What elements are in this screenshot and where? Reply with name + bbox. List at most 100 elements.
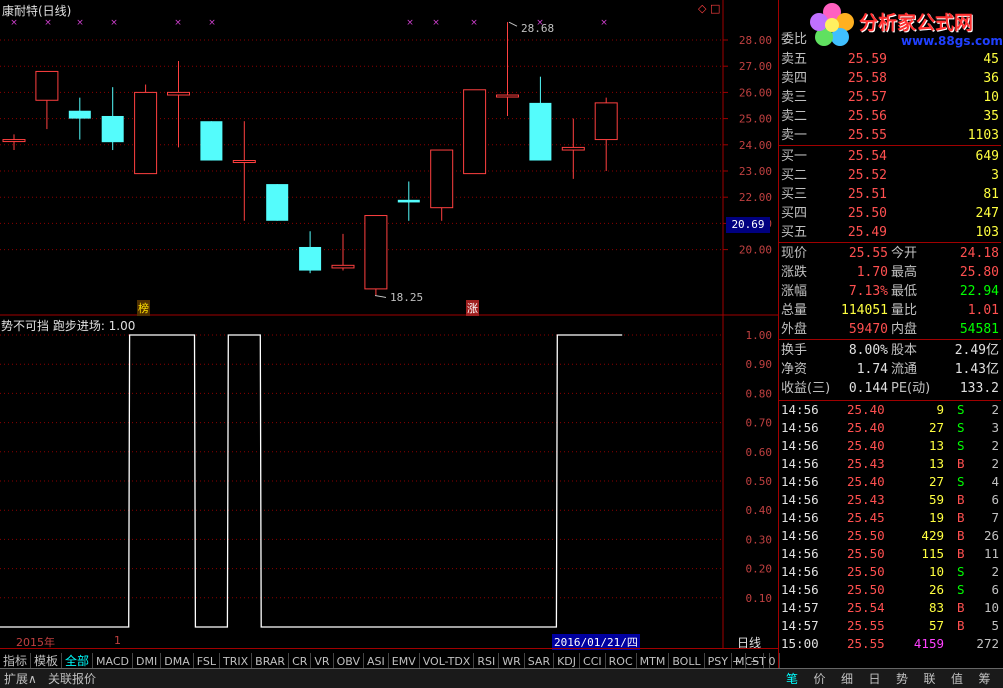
event-marker[interactable]: ×	[470, 18, 478, 28]
candle[interactable]	[529, 76, 552, 161]
stat-value: 114051	[841, 303, 888, 318]
candle[interactable]	[2, 134, 26, 151]
side-panel-tab[interactable]: 筹	[979, 670, 991, 687]
tick-trade-row[interactable]: 14:56 25.50 26 S 6	[779, 581, 1001, 599]
trade-count: 4	[991, 474, 999, 489]
fundamental-label: 股本	[891, 343, 918, 358]
order-price: 25.58	[847, 71, 887, 86]
order-book-row[interactable]: 卖四 25.58 36	[779, 70, 1001, 88]
tick-trade-row[interactable]: 14:56 25.40 27 S 3	[779, 419, 1001, 437]
event-marker[interactable]: ×	[76, 18, 84, 28]
stat-row: 外盘 59470 内盘 54581	[779, 321, 1001, 339]
tick-trade-row[interactable]: 15:00 25.55 4159 272	[779, 635, 1001, 653]
tick-trade-row[interactable]: 14:56 25.43 13 B 2	[779, 455, 1001, 473]
candle[interactable]	[101, 87, 124, 151]
trade-count: 26	[983, 528, 999, 543]
candle[interactable]	[266, 184, 289, 221]
tick-trade-row[interactable]: 14:57 25.54 83 B 10	[779, 599, 1001, 617]
order-price: 25.59	[847, 52, 887, 67]
side-panel-tab[interactable]: 细	[841, 670, 853, 687]
header-markers[interactable]: ◇ □	[698, 2, 720, 15]
event-marker[interactable]: ×	[208, 18, 216, 28]
candle[interactable]	[496, 22, 519, 116]
trade-side: B	[957, 510, 965, 525]
indicator-axis-label: 0.50	[746, 475, 773, 488]
trade-price: 25.50	[847, 528, 885, 543]
side-panel-tab[interactable]: 值	[951, 670, 963, 687]
candle[interactable]	[134, 84, 158, 175]
tick-trade-row[interactable]: 14:56 25.50 10 S 2	[779, 563, 1001, 581]
candle[interactable]	[299, 231, 322, 274]
candle[interactable]	[561, 118, 585, 179]
candle[interactable]	[331, 233, 355, 271]
order-price: 25.55	[847, 128, 887, 143]
candle[interactable]	[594, 97, 618, 171]
event-marker[interactable]: ×	[174, 18, 182, 28]
order-book-row[interactable]: 买五 25.49 103	[779, 224, 1001, 242]
event-marker[interactable]: ×	[44, 18, 52, 28]
order-book-row[interactable]: 买三 25.51 81	[779, 186, 1001, 204]
candle[interactable]	[35, 70, 59, 130]
fundamental-row: 收益(三) 0.144 PE(动) 133.2	[779, 380, 1001, 398]
fundamental-value: 8.00%	[848, 343, 888, 358]
low-price-label: 18.25	[390, 291, 424, 304]
candle[interactable]	[397, 181, 420, 221]
candle[interactable]	[364, 215, 388, 296]
signal-badge-1: 榜	[137, 300, 150, 316]
order-volume: 10	[983, 90, 999, 105]
order-price: 25.49	[847, 225, 887, 240]
expand-button[interactable]: 扩展∧	[4, 670, 37, 687]
order-book-row[interactable]: 卖二 25.56 35	[779, 108, 1001, 126]
candle[interactable]	[68, 97, 91, 140]
trade-price: 25.45	[847, 510, 885, 525]
tick-trade-row[interactable]: 14:56 25.50 115 B 11	[779, 545, 1001, 563]
order-level-label: 买一	[781, 149, 808, 164]
candle[interactable]	[200, 121, 223, 161]
trade-time: 14:56	[781, 546, 819, 561]
order-book-row[interactable]: 买四 25.50 247	[779, 205, 1001, 223]
order-book-row[interactable]: 卖三 25.57 10	[779, 89, 1001, 107]
related-quote-button[interactable]: 关联报价	[48, 670, 96, 687]
order-volume: 649	[975, 149, 999, 164]
side-panel-tab[interactable]: 价	[814, 670, 826, 687]
tick-trade-row[interactable]: 14:56 25.50 429 B 26	[779, 527, 1001, 545]
tick-trade-row[interactable]: 14:56 25.43 59 B 6	[779, 491, 1001, 509]
stat-value: 59470	[848, 322, 888, 337]
side-panel-tab[interactable]: 势	[896, 670, 908, 687]
tick-trade-row[interactable]: 14:56 25.40 13 S 2	[779, 437, 1001, 455]
candle[interactable]	[430, 149, 454, 221]
trade-price: 25.50	[847, 546, 885, 561]
indicator-axis-label: 0.40	[746, 504, 773, 517]
order-level-label: 买二	[781, 168, 808, 183]
tick-trade-row[interactable]: 14:57 25.55 57 B 5	[779, 617, 1001, 635]
candle[interactable]	[167, 60, 190, 148]
tick-trade-row[interactable]: 14:56 25.45 19 B 7	[779, 509, 1001, 527]
side-panel-tab[interactable]: 笔	[786, 670, 798, 687]
trade-count: 7	[991, 510, 999, 525]
fundamental-label: 收益(三)	[781, 381, 831, 396]
trade-price: 25.40	[847, 474, 885, 489]
stat-value: 25.55	[848, 246, 888, 261]
indicator-tab-bar: 指标 模板 全部 MACD DMI DMA FSL TRIX BRAR CR VR OBV ASI EMV…	[0, 648, 781, 670]
event-marker[interactable]: ×	[110, 18, 118, 28]
event-marker[interactable]: ×	[432, 18, 440, 28]
tick-trade-row[interactable]: 14:56 25.40 9 S 2	[779, 401, 1001, 419]
status-bar: 扩展∧ 关联报价 笔价细日势联值筹	[0, 668, 1003, 688]
order-book-row[interactable]: 卖五 25.59 45	[779, 51, 1001, 69]
tick-trade-row[interactable]: 14:56 25.40 27 S 4	[779, 473, 1001, 491]
event-marker[interactable]: ×	[406, 18, 414, 28]
order-price: 25.52	[847, 168, 887, 183]
event-marker[interactable]: ×	[10, 18, 18, 28]
side-panel-tab[interactable]: 日	[869, 670, 881, 687]
side-panel-tab[interactable]: 联	[924, 670, 936, 687]
candle[interactable]	[463, 89, 487, 175]
order-book-row[interactable]: 买二 25.52 3	[779, 167, 1001, 185]
order-book-row[interactable]: 卖一 25.55 1103	[779, 127, 1001, 145]
timeline-index: 1	[114, 634, 121, 647]
trade-price: 25.55	[847, 636, 885, 651]
event-marker[interactable]: ×	[600, 18, 608, 28]
order-book-row[interactable]: 买一 25.54 649	[779, 148, 1001, 166]
trade-volume: 59	[928, 492, 944, 507]
stat-label: 最低	[891, 284, 918, 299]
quote-panel: 分析家公式网 www.88gs.com 委比 卖五 25.59 45 卖四 25.58 3…	[778, 0, 1003, 668]
